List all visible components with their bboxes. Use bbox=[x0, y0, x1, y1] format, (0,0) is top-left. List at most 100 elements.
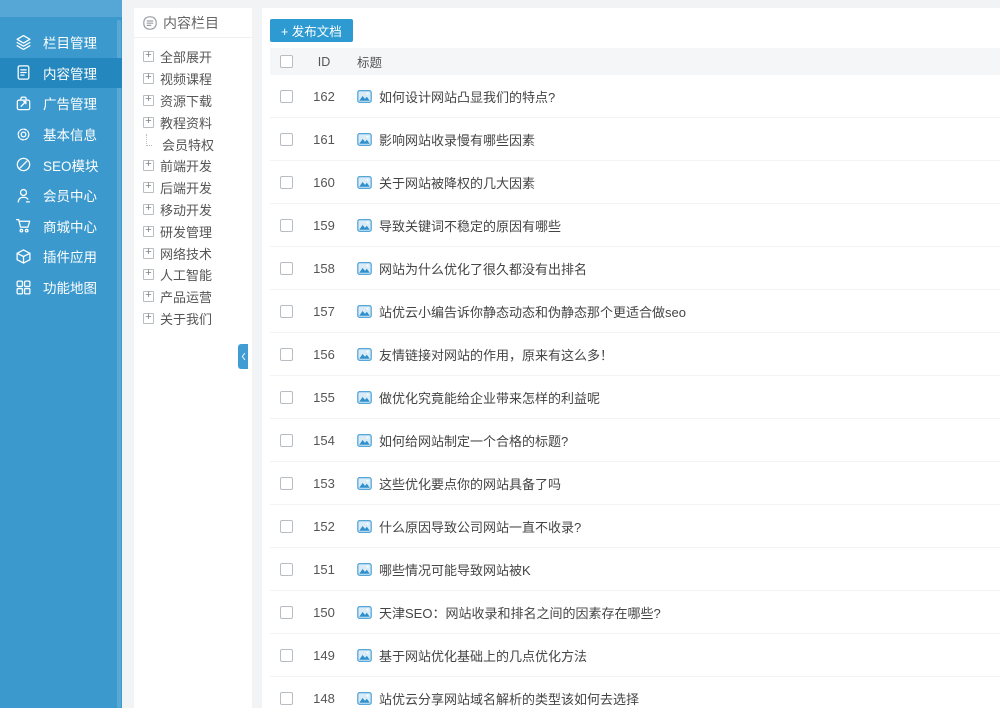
sidebar-item-label: 会员中心 bbox=[43, 185, 97, 205]
tree-item-resource-dl[interactable]: 资源下载 bbox=[134, 90, 252, 112]
tree-item-frontend-dev[interactable]: 前端开发 bbox=[134, 155, 252, 177]
tree-item-network-tech[interactable]: 网络技术 bbox=[134, 242, 252, 264]
content-category-panel: 内容栏目 全部展开 视频课程 资源下载 bbox=[134, 8, 252, 708]
row-checkbox[interactable] bbox=[280, 133, 293, 146]
user-icon bbox=[15, 187, 32, 204]
tree-item-ai[interactable]: 人工智能 bbox=[134, 264, 252, 286]
doc-title-link[interactable]: 站优云分享网站域名解析的类型该如何去选择 bbox=[379, 689, 639, 708]
grid-icon bbox=[15, 279, 32, 296]
row-checkbox[interactable] bbox=[280, 219, 293, 232]
tree-item-rd-mgmt[interactable]: 研发管理 bbox=[134, 220, 252, 242]
sidebar-item-ad-mgmt[interactable]: 广告管理 bbox=[0, 88, 122, 119]
tree-expander-icon[interactable] bbox=[143, 160, 154, 171]
row-checkbox[interactable] bbox=[280, 391, 293, 404]
category-tree: 全部展开 视频课程 资源下载 教程资料 bbox=[134, 38, 252, 329]
doc-title-link[interactable]: 导致关键词不稳定的原因有哪些 bbox=[379, 216, 561, 235]
sidebar-item-label: 基本信息 bbox=[43, 124, 97, 144]
row-checkbox[interactable] bbox=[280, 262, 293, 275]
row-checkbox[interactable] bbox=[280, 606, 293, 619]
image-icon bbox=[357, 391, 372, 404]
tree-item-video-course[interactable]: 视频课程 bbox=[134, 68, 252, 90]
image-icon bbox=[357, 90, 372, 103]
tree-expander-icon[interactable] bbox=[143, 204, 154, 215]
table-row: 161 影响网站收录慢有哪些因素 bbox=[270, 118, 1000, 161]
tree-expander-icon[interactable] bbox=[143, 95, 154, 106]
table-header-row: ID 标题 bbox=[270, 48, 1000, 75]
tree-expander-icon[interactable] bbox=[143, 269, 154, 280]
doc-title-link[interactable]: 天津SEO：网站收录和排名之间的因素存在哪些? bbox=[379, 603, 661, 622]
row-checkbox[interactable] bbox=[280, 305, 293, 318]
row-checkbox[interactable] bbox=[280, 348, 293, 361]
publish-document-button[interactable]: + 发布文档 bbox=[270, 19, 353, 42]
row-checkbox[interactable] bbox=[280, 563, 293, 576]
doc-id: 149 bbox=[312, 648, 336, 663]
panel-collapse-button[interactable] bbox=[238, 344, 248, 369]
sidebar-item-label: 内容管理 bbox=[43, 63, 97, 83]
doc-title-link[interactable]: 如何设计网站凸显我们的特点? bbox=[379, 87, 555, 106]
tree-expander-icon[interactable] bbox=[143, 226, 154, 237]
chevron-left-icon bbox=[241, 352, 246, 361]
tree-expander-icon[interactable] bbox=[143, 291, 154, 302]
doc-title-link[interactable]: 什么原因导致公司网站一直不收录? bbox=[379, 517, 581, 536]
ad-bag-icon bbox=[15, 95, 32, 112]
doc-title-link[interactable]: 网站为什么优化了很久都没有出排名 bbox=[379, 259, 587, 278]
row-checkbox[interactable] bbox=[280, 434, 293, 447]
tree-item-product-ops[interactable]: 产品运营 bbox=[134, 286, 252, 308]
table-row: 162 如何设计网站凸显我们的特点? bbox=[270, 75, 1000, 118]
sidebar-item-basic-info[interactable]: 基本信息 bbox=[0, 119, 122, 150]
tree-expander-icon[interactable] bbox=[143, 51, 154, 62]
row-checkbox[interactable] bbox=[280, 649, 293, 662]
tree-item-mobile-dev[interactable]: 移动开发 bbox=[134, 199, 252, 221]
tree-item-about-us[interactable]: 关于我们 bbox=[134, 308, 252, 330]
tree-expander-icon[interactable] bbox=[143, 73, 154, 84]
sidebar-item-member-center[interactable]: 会员中心 bbox=[0, 180, 122, 211]
tree-expander-icon[interactable] bbox=[143, 248, 154, 259]
tree-expander-icon[interactable] bbox=[143, 117, 154, 128]
doc-title-link[interactable]: 基于网站优化基础上的几点优化方法 bbox=[379, 646, 587, 665]
tree-panel-title: 内容栏目 bbox=[163, 13, 219, 33]
tree-item-member-perks[interactable]: 会员特权 bbox=[134, 133, 252, 155]
image-icon bbox=[357, 563, 372, 576]
tree-item-tutorials[interactable]: 教程资料 bbox=[134, 111, 252, 133]
tree-expander-icon[interactable] bbox=[143, 182, 154, 193]
tree-item-label: 前端开发 bbox=[160, 156, 212, 175]
row-checkbox[interactable] bbox=[280, 176, 293, 189]
doc-title-link[interactable]: 站优云小编告诉你静态动态和伪静态那个更适合做seo bbox=[379, 302, 686, 321]
row-checkbox[interactable] bbox=[280, 90, 293, 103]
doc-id: 148 bbox=[312, 691, 336, 706]
table-row: 158 网站为什么优化了很久都没有出排名 bbox=[270, 247, 1000, 290]
doc-title-link[interactable]: 做优化究竟能给企业带来怎样的利益呢 bbox=[379, 388, 600, 407]
sidebar-item-mall-center[interactable]: 商城中心 bbox=[0, 211, 122, 242]
seo-pen-icon bbox=[15, 156, 32, 173]
row-checkbox[interactable] bbox=[280, 520, 293, 533]
doc-id: 157 bbox=[312, 304, 336, 319]
doc-title-link[interactable]: 友情链接对网站的作用，原来有这么多！ bbox=[379, 345, 613, 364]
image-icon bbox=[357, 606, 372, 619]
table-row: 153 这些优化要点你的网站具备了吗 bbox=[270, 462, 1000, 505]
sidebar-item-plugin-app[interactable]: 插件应用 bbox=[0, 241, 122, 272]
tree-item-expand-all[interactable]: 全部展开 bbox=[134, 46, 252, 68]
row-checkbox[interactable] bbox=[280, 692, 293, 705]
doc-title-link[interactable]: 关于网站被降权的几大因素 bbox=[379, 173, 535, 192]
sidebar-item-label: 栏目管理 bbox=[43, 32, 97, 52]
select-all-checkbox[interactable] bbox=[280, 55, 293, 68]
sidebar-item-content-mgmt[interactable]: 内容管理 bbox=[0, 58, 122, 89]
doc-title-link[interactable]: 影响网站收录慢有哪些因素 bbox=[379, 130, 535, 149]
image-icon bbox=[357, 305, 372, 318]
sidebar-item-label: 广告管理 bbox=[43, 93, 97, 113]
doc-id: 156 bbox=[312, 347, 336, 362]
tree-expander-icon[interactable] bbox=[143, 313, 154, 324]
doc-title-link[interactable]: 这些优化要点你的网站具备了吗 bbox=[379, 474, 561, 493]
sidebar-item-seo-module[interactable]: SEO模块 bbox=[0, 149, 122, 180]
tree-item-label: 人工智能 bbox=[160, 265, 212, 284]
sidebar-item-column-mgmt[interactable]: 栏目管理 bbox=[0, 27, 122, 58]
doc-title-link[interactable]: 如何给网站制定一个合格的标题? bbox=[379, 431, 568, 450]
sidebar-item-label: 插件应用 bbox=[43, 246, 97, 266]
row-checkbox[interactable] bbox=[280, 477, 293, 490]
gear-icon bbox=[15, 126, 32, 143]
tree-item-backend-dev[interactable]: 后端开发 bbox=[134, 177, 252, 199]
sidebar-item-feature-map[interactable]: 功能地图 bbox=[0, 272, 122, 303]
tree-item-label: 研发管理 bbox=[160, 222, 212, 241]
doc-title-link[interactable]: 哪些情况可能导致网站被K bbox=[379, 560, 531, 579]
tree-item-label: 网络技术 bbox=[160, 244, 212, 263]
